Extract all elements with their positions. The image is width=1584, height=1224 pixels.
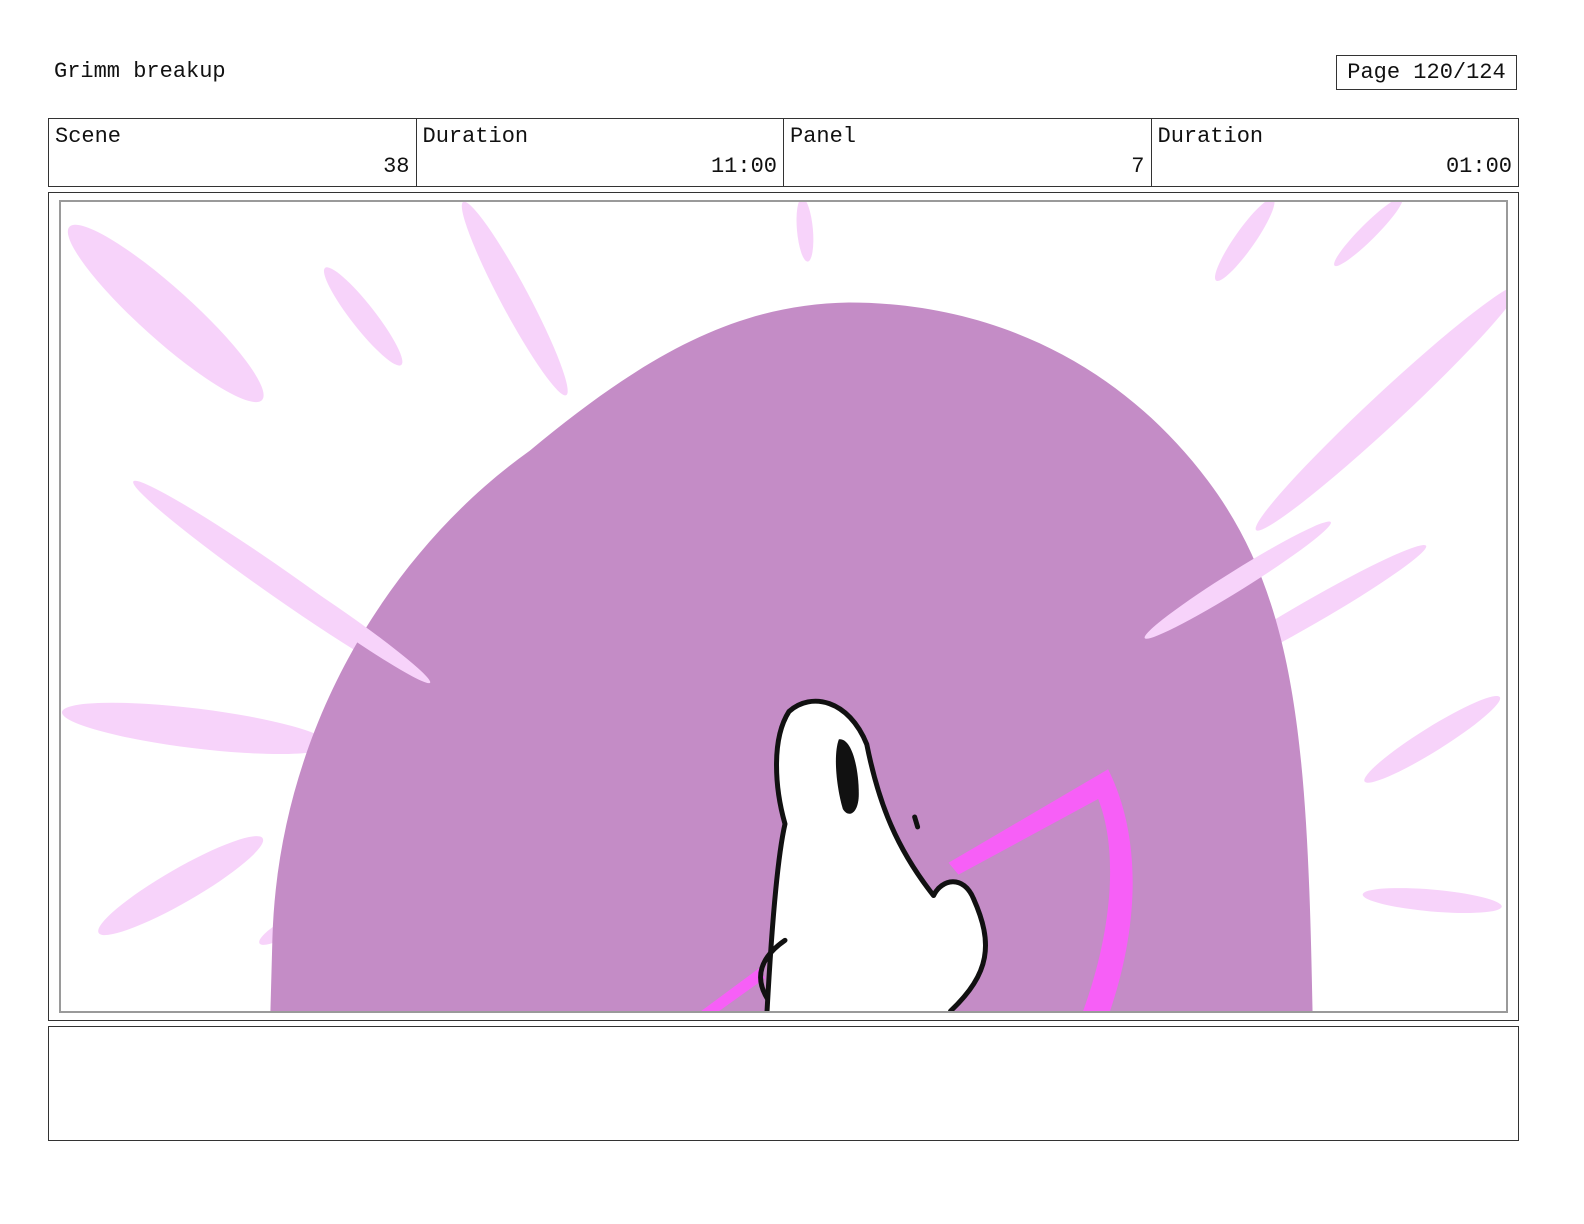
panel-label: Panel xyxy=(790,124,857,149)
panel-number: 7 xyxy=(1131,154,1145,179)
panel-duration-cell: Duration 01:00 xyxy=(1152,119,1519,186)
character-detail-mark xyxy=(912,814,921,830)
scene-duration-cell: Duration 11:00 xyxy=(417,119,784,186)
scene-label: Scene xyxy=(55,124,122,149)
ray xyxy=(1362,888,1502,914)
ray xyxy=(323,267,403,366)
info-row: Scene 38 Duration 11:00 Panel 7 Duration… xyxy=(48,118,1519,187)
ray xyxy=(461,202,568,396)
ray xyxy=(1214,202,1275,281)
ray xyxy=(1255,285,1506,531)
panel-illustration xyxy=(61,202,1506,1011)
panel-duration-value: 01:00 xyxy=(1445,154,1512,179)
scene-cell: Scene 38 xyxy=(49,119,417,186)
ray xyxy=(1334,202,1403,267)
ray xyxy=(67,224,264,403)
document-title: Grimm breakup xyxy=(54,59,226,84)
panel-duration-label: Duration xyxy=(1157,124,1264,149)
page-indicator: Page 120/124 xyxy=(1336,55,1517,90)
scene-duration-value: 11:00 xyxy=(710,154,777,179)
panel-cell: Panel 7 xyxy=(784,119,1152,186)
ray xyxy=(796,202,814,262)
ray xyxy=(61,702,330,755)
storyboard-panel-drawing xyxy=(59,200,1508,1013)
ray xyxy=(98,836,264,936)
ray xyxy=(1364,695,1501,783)
panel-notes xyxy=(48,1026,1519,1141)
scene-duration-label: Duration xyxy=(422,124,529,149)
scene-number: 38 xyxy=(383,154,410,179)
